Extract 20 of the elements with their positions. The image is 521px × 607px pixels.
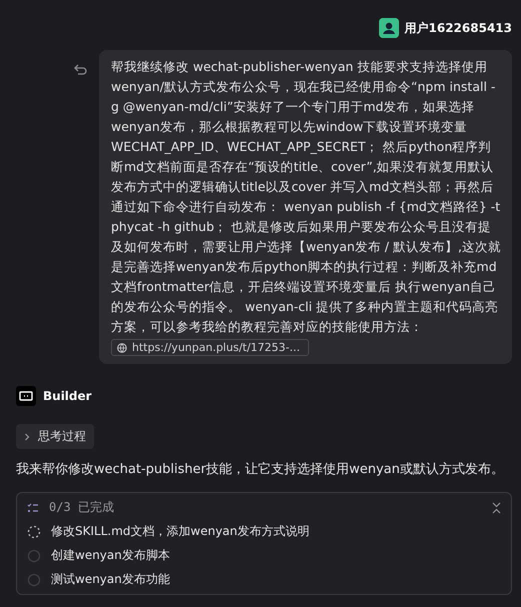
status-circle-icon (27, 548, 41, 562)
status-circle-icon (27, 572, 41, 586)
user-avatar-icon (378, 18, 398, 38)
task-label: 测试wenyan发布功能 (51, 571, 170, 588)
collapse-icon[interactable] (492, 502, 501, 514)
spinner-icon (27, 524, 41, 538)
globe-icon (117, 342, 127, 352)
user-name: 用户1622685413 (404, 20, 512, 36)
thinking-toggle[interactable]: 思考过程 (16, 424, 94, 449)
chevron-icon (24, 432, 30, 440)
task-summary: 0/3 已完成 (49, 499, 115, 516)
assistant-name: Builder (43, 389, 92, 403)
task-label: 修改SKILL.md文档，添加wenyan发布方式说明 (51, 523, 310, 540)
link-chip[interactable]: https://yunpan.plus/t/17253-... (111, 339, 309, 356)
reply-text: 我来帮你修改wechat-publisher技能，让它支持选择使用wenyan或默认方式发布。 (16, 461, 505, 479)
undo-icon[interactable] (74, 64, 87, 75)
message-text: 帮我继续修改 wechat-publisher-wenyan 技能要求支持选择使用wenyan/默认方式发布公众号，现在我已经使用命令“npm install -g @wenyan-md/cli”安装好了一个专门用于md发布，如果选择wenyan发布，那么根据教程可以先window下载设置环境变量WECHAT_APP_ID、WECHAT_APP_SECRET； 然后python程序判断md文档前面是否存在“预设的title、cover”,如果没有就复用默认发布方式中的逻辑确认title以及cover 并写入md文档头部；再然后通过如下命令进行自动发布： wenyan publish -f {md文档路径} -t phycat -h github； 也就是修改后如果用户要发布公众号且没有提及如何发布时，需要让用户选择【wenyan发布 / 默认发布】,这次就是完善选择wenyan发布后python脚本的执行过程：判断及补充md文档frontmatter信息，开启终端设置环境变量后 执行wenyan自己的发布公众号的指令。 wenyan-cli 提供了多种内置主题和代码高亮方案，可以参考我给的教程完善对应的技能使用方法： (111, 58, 502, 336)
task-label: 创建wenyan发布脚本 (51, 547, 170, 564)
checklist-icon (27, 502, 39, 512)
builder-logo-icon (16, 386, 36, 406)
